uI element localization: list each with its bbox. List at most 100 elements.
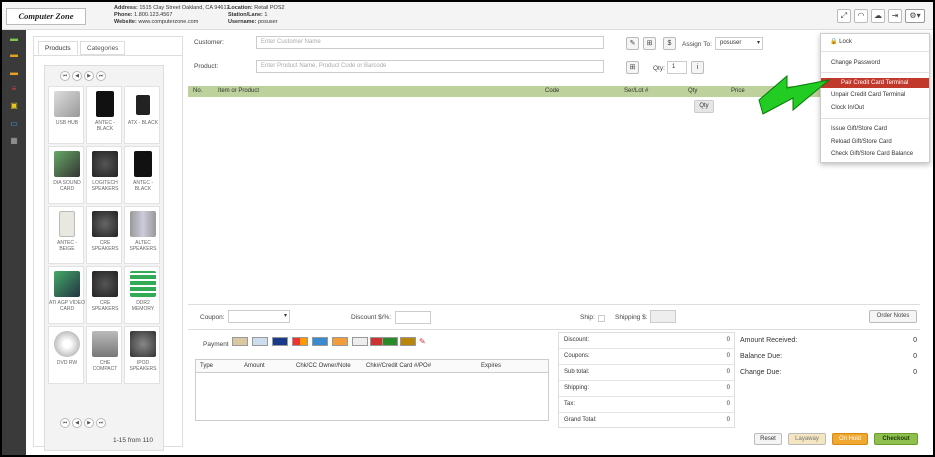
product-tile[interactable]: USB HUB (48, 86, 84, 144)
product-tile[interactable]: CHE COMPACT (86, 326, 122, 384)
wifi-icon[interactable]: ◠ (854, 9, 868, 23)
next-page-button[interactable]: ▶ (84, 71, 94, 81)
menu-item-unpair-terminal[interactable]: Unpair Credit Card Terminal (821, 90, 929, 100)
discover-icon[interactable] (332, 337, 348, 346)
last-page-button[interactable]: ⏭ (96, 418, 106, 428)
menu-item-change-password[interactable]: Change Password (821, 58, 929, 68)
expand-icon[interactable]: ⤢ (837, 9, 851, 23)
product-tile[interactable]: ALTEC SPEAKERS (124, 206, 160, 264)
add-product-icon[interactable]: ⊞ (626, 61, 639, 74)
received-row: Balance Due: 0 (740, 351, 917, 363)
menu-item-clock[interactable]: Clock In/Out (821, 103, 929, 113)
store-info: Address: 1515 Clay Street Oakland, CA 94… (114, 5, 230, 26)
amex-icon[interactable] (312, 337, 328, 346)
on-hold-button[interactable]: On Hold (832, 433, 868, 445)
chevron-down-icon: ▾ (283, 313, 287, 319)
product-tile[interactable]: CRE SPEAKERS (86, 206, 122, 264)
list-icon[interactable]: ≡ (8, 84, 20, 93)
product-tile[interactable]: CRE SPEAKERS (86, 266, 122, 324)
first-page-button[interactable]: ⏮ (60, 418, 70, 428)
product-tile[interactable]: ATI AGP VIDEO CARD (48, 266, 85, 324)
station-label: Station/Lane: (228, 12, 263, 18)
username-label: Username: (228, 19, 257, 25)
qty-input[interactable]: 1 (667, 61, 687, 74)
gear-icon[interactable]: ⚙▾ (905, 9, 925, 23)
product-tile[interactable]: DIA SOUND CARD (48, 146, 84, 204)
pager-count: 1-15 from 110 (113, 437, 153, 444)
visa-icon[interactable] (272, 337, 288, 346)
add-icon[interactable]: ⊞ (643, 37, 656, 50)
reset-button[interactable]: Reset (754, 433, 782, 445)
edit-icon[interactable]: ✎ (626, 37, 639, 50)
product-tile[interactable]: ATX - BLACK (124, 86, 160, 144)
gift-card-icon[interactable] (352, 337, 368, 346)
col-qty[interactable]: Qty (688, 86, 697, 97)
product-name: LOGITECH SPEAKERS (91, 180, 119, 192)
order-notes-button[interactable]: Order Notes (869, 310, 917, 323)
on-credit-icon[interactable] (400, 337, 416, 346)
col-serlot[interactable]: Ser/Lot # (624, 86, 648, 97)
dvd-image (54, 331, 80, 357)
product-tile[interactable]: IPOD SPEAKERS (124, 326, 160, 384)
received-label: Change Due: (740, 369, 782, 376)
username-value: posuser (257, 19, 278, 25)
cart-icon[interactable]: ▬ (8, 34, 20, 43)
truck-icon[interactable]: ▬ (8, 68, 20, 77)
product-tile[interactable]: ANTEC - BEIGE (48, 206, 84, 264)
received-label: Balance Due: (740, 353, 783, 360)
product-name: ATX - BLACK (127, 120, 159, 126)
edit-note-icon[interactable]: ▣ (8, 101, 20, 110)
monitor-icon[interactable]: ▭ (8, 119, 20, 128)
discount-input[interactable] (395, 311, 431, 324)
shipping-input[interactable] (650, 310, 676, 323)
ship-checkbox[interactable] (598, 315, 605, 322)
tab-categories[interactable]: Categories (80, 41, 126, 55)
menu-item-check-gift[interactable]: Check Gift/Store Card Balance (821, 149, 929, 159)
menu-divider (821, 51, 929, 52)
menu-item-label: Lock (839, 39, 852, 45)
coupon-select[interactable]: ▾ (228, 310, 290, 323)
calculator-icon[interactable]: ▦ (8, 136, 20, 145)
product-tile[interactable]: DVD RW (48, 326, 84, 384)
customer-input[interactable]: Enter Customer Name (256, 36, 604, 49)
check-icon[interactable] (252, 337, 268, 346)
menu-item-reload-gift[interactable]: Reload Gift/Store Card (821, 137, 929, 147)
col-item[interactable]: Item or Product (218, 86, 259, 97)
prev-page-button[interactable]: ◀ (72, 418, 82, 428)
menu-item-pair-terminal[interactable]: Pair Credit Card Terminal (821, 78, 929, 88)
checkout-button[interactable]: Checkout (874, 433, 918, 445)
shipping-label: Shipping $: (615, 314, 648, 321)
product-name: ANTEC - BLACK (133, 180, 153, 192)
last-page-button[interactable]: ⏭ (96, 71, 106, 81)
layaway-button[interactable]: Layaway (788, 433, 826, 445)
basket-icon[interactable]: ▬ (8, 50, 20, 59)
dollar-icon[interactable]: $ (663, 37, 676, 50)
cloud-icon[interactable]: ☁ (871, 9, 885, 23)
assign-select[interactable]: posuser ▾ (715, 37, 763, 50)
menu-item-lock[interactable]: 🔒 Lock (821, 37, 929, 47)
product-tile[interactable]: DDR2 MEMORY (124, 266, 160, 324)
product-input[interactable]: Enter Product Name, Product Code or Barc… (256, 60, 604, 73)
mastercard-icon[interactable] (292, 337, 308, 346)
qty-tooltip: Qty (694, 100, 714, 113)
product-name: DDR2 MEMORY (131, 300, 155, 312)
col-price[interactable]: Price (731, 86, 745, 97)
product-tile[interactable]: LOGITECH SPEAKERS (86, 146, 122, 204)
col-code[interactable]: Code (545, 86, 559, 97)
prev-page-button[interactable]: ◀ (72, 71, 82, 81)
info-icon[interactable]: i (691, 61, 704, 74)
menu-item-issue-gift[interactable]: Issue Gift/Store Card (821, 124, 929, 134)
summary-value: 0 (726, 385, 730, 391)
logout-icon[interactable]: ⇥ (888, 9, 902, 23)
product-tile[interactable]: ANTEC - BLACK (86, 86, 122, 144)
first-page-button[interactable]: ⏮ (60, 71, 70, 81)
col-no[interactable]: No. (193, 86, 202, 97)
app-window: Computer Zone Address: 1515 Clay Street … (2, 2, 933, 455)
tab-products[interactable]: Products (38, 41, 78, 55)
pen-icon[interactable]: ✎ (419, 337, 431, 346)
chevron-down-icon: ▾ (756, 40, 760, 46)
account-icon[interactable] (382, 337, 398, 346)
cash-icon[interactable] (232, 337, 248, 346)
next-page-button[interactable]: ▶ (84, 418, 94, 428)
product-tile[interactable]: ANTEC - BLACK (124, 146, 160, 204)
